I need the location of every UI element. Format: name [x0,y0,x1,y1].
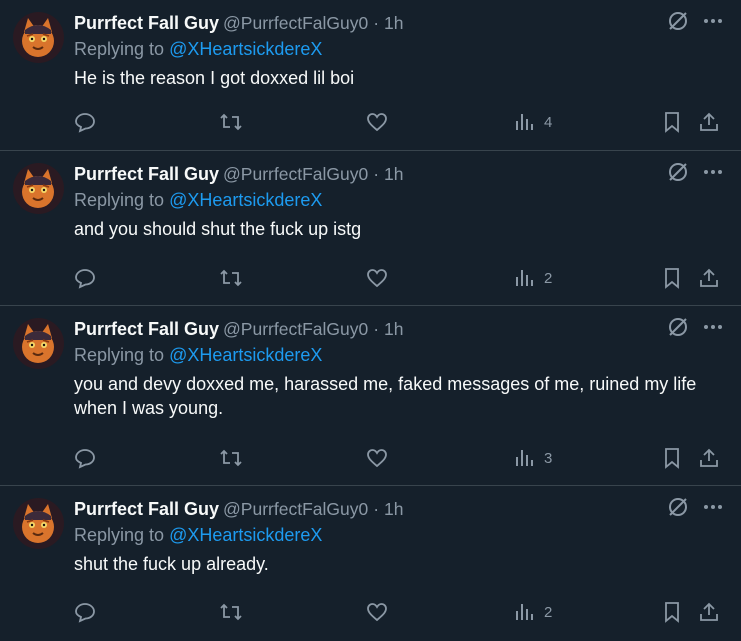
retweet-icon [219,601,243,623]
reply-button[interactable] [74,598,96,626]
views-count: 4 [544,113,553,131]
views-icon [514,112,534,132]
heart-icon [366,267,388,289]
views-button[interactable]: 2 [514,264,552,292]
reply-icon [74,111,96,133]
timestamp[interactable]: 1h [384,13,403,33]
replying-to-label: Replying to [74,345,165,365]
share-icon [698,601,720,623]
replying-to-label: Replying to [74,39,165,59]
heart-icon [366,447,388,469]
author-name[interactable]: Purrfect Fall Guy [74,13,219,33]
retweet-button[interactable] [219,264,243,292]
reply-button[interactable] [74,108,96,136]
tweet[interactable]: Purrfect Fall Guy @PurrfectFalGuy0 · 1h Rep… [0,306,741,486]
heart-icon [366,111,388,133]
grok-icon[interactable] [667,10,689,37]
retweet-button[interactable] [219,598,243,626]
bookmark-icon [662,447,682,469]
reply-icon [74,447,96,469]
retweet-button[interactable] [219,108,243,136]
grok-icon[interactable] [667,161,689,188]
separator-dot: · [373,13,380,33]
replying-to-handle[interactable]: @XHeartsickdereX [169,345,322,365]
author-handle[interactable]: @PurrfectFalGuy0 [223,499,368,519]
tweet[interactable]: Purrfect Fall Guy @PurrfectFalGuy0 · 1h Rep… [0,486,741,641]
separator-dot: · [373,164,380,184]
replying-to-handle[interactable]: @XHeartsickdereX [169,525,322,545]
reply-icon [74,267,96,289]
tweet-text: He is the reason I got doxxed lil boi [74,68,355,88]
bookmark-button[interactable] [662,108,682,136]
like-button[interactable] [366,264,388,292]
replying-to-handle[interactable]: @XHeartsickdereX [169,190,322,210]
avatar[interactable] [13,12,64,63]
avatar[interactable] [13,498,64,549]
bookmark-icon [662,601,682,623]
retweet-icon [219,111,243,133]
share-icon [698,447,720,469]
views-button[interactable]: 4 [514,108,552,136]
reply-button[interactable] [74,264,96,292]
tweet-text: and you should shut the fuck up istg [74,219,362,239]
share-icon [698,111,720,133]
replying-to-label: Replying to [74,525,165,545]
retweet-button[interactable] [219,444,243,472]
author-handle[interactable]: @PurrfectFalGuy0 [223,164,368,184]
bookmark-icon [662,267,682,289]
more-icon[interactable] [703,497,723,522]
avatar[interactable] [13,318,64,369]
views-count: 2 [544,603,553,621]
separator-dot: · [373,319,380,339]
retweet-icon [219,267,243,289]
author-name[interactable]: Purrfect Fall Guy [74,164,219,184]
more-icon[interactable] [703,11,723,36]
like-button[interactable] [366,108,388,136]
bookmark-icon [662,111,682,133]
tweet[interactable]: Purrfect Fall Guy @PurrfectFalGuy0 · 1h Rep… [0,0,741,151]
replying-to-handle[interactable]: @XHeartsickdereX [169,39,322,59]
bookmark-button[interactable] [662,598,682,626]
share-button[interactable] [698,444,720,472]
views-icon [514,602,534,622]
share-icon [698,267,720,289]
reply-thread: Purrfect Fall Guy @PurrfectFalGuy0 · 1h Rep… [0,0,741,641]
share-button[interactable] [698,598,720,626]
views-icon [514,448,534,468]
more-icon[interactable] [703,162,723,187]
avatar[interactable] [13,163,64,214]
share-button[interactable] [698,108,720,136]
views-count: 3 [544,449,553,467]
bookmark-button[interactable] [662,444,682,472]
like-button[interactable] [366,598,388,626]
grok-icon[interactable] [667,496,689,523]
tweet[interactable]: Purrfect Fall Guy @PurrfectFalGuy0 · 1h Rep… [0,151,741,306]
tweet-text: shut the fuck up already. [74,554,269,574]
views-count: 2 [544,269,553,287]
grok-icon[interactable] [667,316,689,343]
reply-icon [74,601,96,623]
author-handle[interactable]: @PurrfectFalGuy0 [223,13,368,33]
author-name[interactable]: Purrfect Fall Guy [74,319,219,339]
bookmark-button[interactable] [662,264,682,292]
tweet-text: you and devy doxxed me, harassed me, fak… [74,374,697,418]
retweet-icon [219,447,243,469]
timestamp[interactable]: 1h [384,319,403,339]
author-handle[interactable]: @PurrfectFalGuy0 [223,319,368,339]
replying-to-label: Replying to [74,190,165,210]
views-button[interactable]: 2 [514,598,552,626]
like-button[interactable] [366,444,388,472]
reply-button[interactable] [74,444,96,472]
author-name[interactable]: Purrfect Fall Guy [74,499,219,519]
timestamp[interactable]: 1h [384,164,403,184]
separator-dot: · [373,499,380,519]
heart-icon [366,601,388,623]
timestamp[interactable]: 1h [384,499,403,519]
more-icon[interactable] [703,317,723,342]
views-button[interactable]: 3 [514,444,552,472]
share-button[interactable] [698,264,720,292]
views-icon [514,268,534,288]
